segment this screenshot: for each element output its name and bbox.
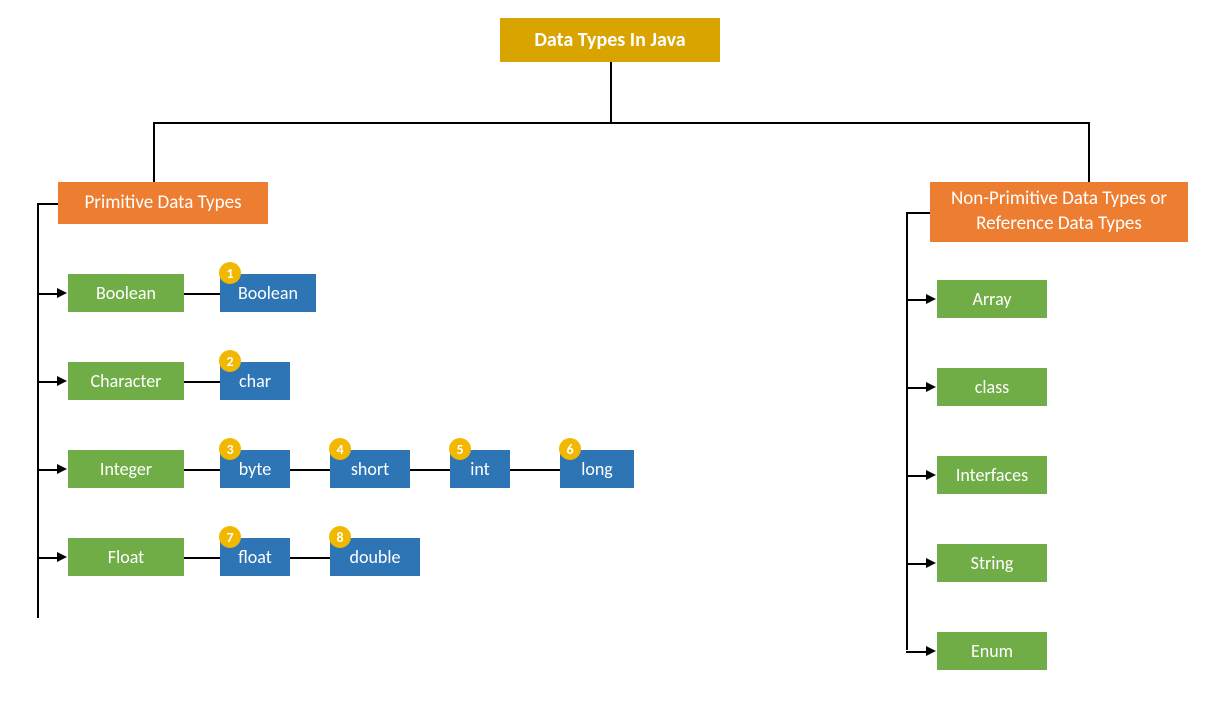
category-integer: Integer [68, 450, 184, 488]
badge-8: 8 [329, 526, 351, 548]
connector [906, 212, 908, 650]
connector [184, 381, 220, 383]
badge-4: 4 [329, 438, 351, 460]
connector [510, 469, 560, 471]
badge-1: 1 [219, 262, 241, 284]
badge-3: 3 [219, 438, 241, 460]
category-character: Character [68, 362, 184, 400]
nonprimitive-array: Array [937, 280, 1047, 318]
nonprimitive-class: class [937, 368, 1047, 406]
connector [37, 203, 39, 618]
connector [906, 387, 926, 389]
diagram-title: Data Types In Java [500, 18, 720, 62]
connector [906, 651, 926, 653]
arrow-icon [926, 382, 936, 392]
nonprimitive-header: Non-Primitive Data Types or Reference Da… [930, 182, 1188, 242]
connector [184, 469, 220, 471]
connector [610, 62, 612, 122]
nonprimitive-interfaces: Interfaces [937, 456, 1047, 494]
connector [37, 469, 57, 471]
category-float: Float [68, 538, 184, 576]
nonprimitive-enum: Enum [937, 632, 1047, 670]
connector [906, 212, 930, 214]
badge-6: 6 [559, 438, 581, 460]
connector [906, 563, 926, 565]
connector [290, 469, 330, 471]
connector [1088, 122, 1090, 182]
nonprimitive-string: String [937, 544, 1047, 582]
connector [410, 469, 450, 471]
badge-2: 2 [219, 350, 241, 372]
badge-7: 7 [219, 526, 241, 548]
arrow-icon [926, 470, 936, 480]
category-boolean: Boolean [68, 274, 184, 312]
arrow-icon [926, 294, 936, 304]
arrow-icon [57, 552, 67, 562]
connector [290, 557, 330, 559]
connector [153, 122, 1089, 124]
primitive-header: Primitive Data Types [58, 182, 268, 224]
arrow-icon [926, 646, 936, 656]
arrow-icon [926, 558, 936, 568]
arrow-icon [57, 288, 67, 298]
connector [184, 293, 220, 295]
connector [906, 475, 926, 477]
connector [37, 557, 57, 559]
connector [153, 122, 155, 182]
connector [184, 557, 220, 559]
arrow-icon [57, 464, 67, 474]
connector [37, 381, 57, 383]
badge-5: 5 [449, 438, 471, 460]
connector [906, 299, 926, 301]
arrow-icon [57, 376, 67, 386]
connector [37, 203, 58, 205]
connector [37, 293, 57, 295]
